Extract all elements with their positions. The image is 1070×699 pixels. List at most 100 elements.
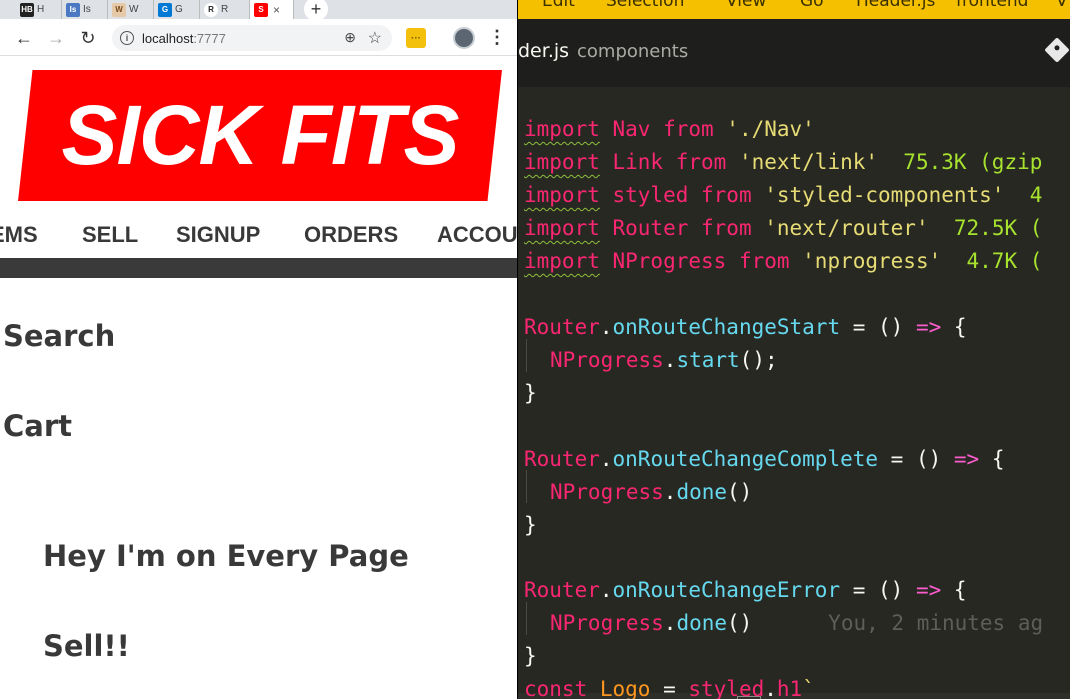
tab-title: R [221,4,229,15]
code-line: import Link from 'next/link' 75.3K (gzip [524,146,1042,179]
tab-active[interactable]: S × [250,0,294,19]
import-size-hint: 4.7K ( [941,249,1043,273]
arrow: => [915,315,942,339]
identifier: NProgress [550,348,664,372]
code-line: Router.onRouteChangeStart = () => { [524,311,967,344]
new-tab-button[interactable]: + [304,0,328,21]
code-line: Router.onRouteChangeError = () => { [524,574,967,607]
search-link[interactable]: Search [3,319,115,353]
arrow: => [915,578,942,602]
identifier: NProgress [550,611,664,635]
punctuation: . [599,315,613,339]
site-info-icon[interactable]: i [120,31,134,45]
code-line: import styled from 'styled-components' 4 [524,179,1042,212]
page-heading: Hey I'm on Every Page [43,539,409,573]
punctuation: . [663,480,677,504]
menu-selection[interactable]: Selection [606,0,684,11]
url-host: localhost [142,30,194,46]
identifier: Link [599,150,676,174]
address-bar[interactable]: i localhost:7777 ⊕ ☆ [112,25,392,51]
punctuation: { [941,578,967,602]
menu-project: frontend [956,0,1029,11]
tab-title: W [129,4,139,15]
tab-2[interactable]: Is Is [62,0,108,19]
tab-favicon: Is [66,2,80,17]
zoom-icon[interactable]: ⊕ [344,29,356,46]
back-icon[interactable]: ← [13,27,35,49]
tab-title: H [37,4,45,15]
punctuation: () [727,480,753,504]
keyword-from: from [701,183,752,207]
punctuation: = () [878,447,954,471]
site-logo[interactable]: SICK FITS [18,70,502,201]
tab-4[interactable]: G G [154,0,200,19]
menu-edit[interactable]: Edit [542,0,575,11]
file-name[interactable]: der.js [518,40,569,62]
browser-menu-icon[interactable]: ⋮ [488,27,506,48]
string: 'next/router' [751,216,929,240]
editor-file-header: der.js components [518,19,1070,87]
editor-menubar: Edit Selection View Go Header.js fronten… [518,0,1070,19]
nav-link-items[interactable]: EMS [0,222,38,248]
keyword-from: from [738,249,790,273]
menu-go[interactable]: Go [800,0,824,11]
punctuation: (); [739,348,778,372]
nav-link-sell[interactable]: SELL [82,222,138,248]
browser-toolbar: ← → ↻ i localhost:7777 ⊕ ☆ ··· ⋮ [0,19,517,56]
punctuation: { [941,315,967,339]
property: onRouteChangeComplete [612,447,879,471]
tab-favicon: G [158,2,172,17]
forward-icon[interactable]: → [45,27,67,49]
profile-avatar[interactable] [453,27,475,49]
menu-view[interactable]: View [726,0,766,11]
method: done [676,480,728,504]
tab-5[interactable]: R R [200,0,250,19]
bookmark-star-icon[interactable]: ☆ [368,28,382,48]
cart-link[interactable]: Cart [3,409,72,443]
code-line: NProgress.done() You, 2 minutes ag [550,607,1043,640]
punctuation: . [764,677,777,699]
code-editor: Edit Selection View Go Header.js fronten… [518,0,1070,699]
keyword-import: import [524,249,600,273]
keyword-import: import [524,216,600,240]
close-tab-icon[interactable]: × [273,3,280,17]
nav-link-signup[interactable]: SIGNUP [176,222,260,248]
browser-window: HB H Is Is W W G G R R S × + ← → ↻ i loc… [0,0,518,699]
tab-favicon: W [112,2,126,17]
code-line: NProgress.done() [550,476,752,509]
code-line: } [524,381,537,405]
punctuation: = () [840,578,916,602]
tab-title: G [175,4,183,15]
identifier: NProgress [550,480,664,504]
identifier: NProgress [599,249,739,273]
extension-icon[interactable]: ··· [406,28,426,48]
git-icon[interactable] [1044,37,1070,63]
reload-icon[interactable]: ↻ [77,27,99,49]
code-line: import Nav from './Nav' [524,113,815,146]
code-line: const Logo = styled.h1` [524,673,815,699]
page-content: Sell!! [43,629,130,663]
keyword-import: import [524,183,600,207]
tab-1[interactable]: HB H [16,0,62,19]
punctuation: = [663,677,676,699]
tab-favicon: S [254,2,268,17]
tab-3[interactable]: W W [108,0,154,19]
web-page: SICK FITS EMS SELL SIGNUP ORDERS ACCOUNT… [0,56,517,699]
tab-favicon: HB [20,2,34,17]
string: 'nprogress' [789,249,942,273]
string: './Nav' [713,117,815,141]
nav-link-account[interactable]: ACCOUNT [437,222,517,248]
punctuation: . [663,611,677,635]
nav-underline-bar [0,258,517,278]
identifier: Router [524,315,600,339]
identifier: Router [524,578,600,602]
keyword-import: import [524,117,600,141]
method: done [676,611,728,635]
method: start [676,348,740,372]
nav-link-orders[interactable]: ORDERS [304,222,398,248]
logo-text: SICK FITS [61,88,459,182]
punctuation: = () [840,315,916,339]
keyword-from: from [701,216,752,240]
import-size-hint: 4 [1004,183,1043,207]
code-area[interactable]: import Nav from './Nav' import Link from… [518,87,1070,699]
